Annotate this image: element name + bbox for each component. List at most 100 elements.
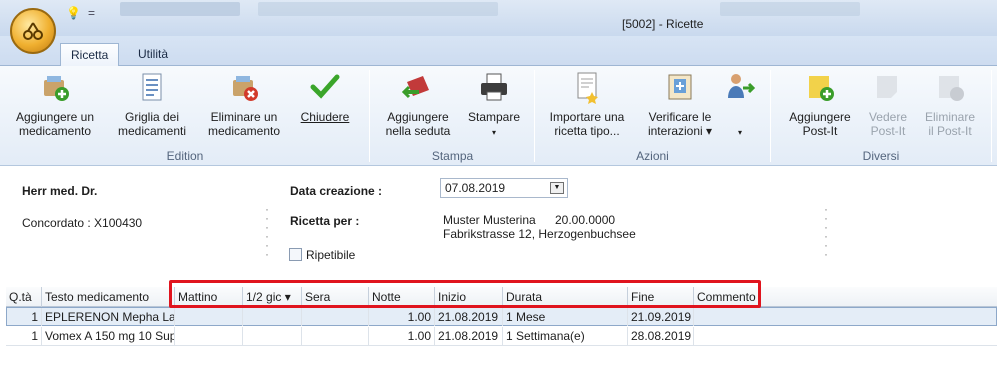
table-row[interactable]: 1 Vomex A 150 mg 10 Sup 1.00 21.08.2019 …: [6, 327, 997, 346]
cell-morning: [175, 308, 243, 326]
agreement-number: Concordato : X100430: [22, 216, 143, 230]
import-template-label-1: Importare una: [549, 110, 625, 124]
splitter-grip[interactable]: · · · · · ·: [265, 203, 269, 260]
recipe-info-panel: Herr med. Dr. Concordato : X100430 · · · · ·…: [0, 167, 997, 282]
group-label-stampa: Stampa: [431, 149, 474, 163]
title-bar: 💡 = [5002] - Ricette: [0, 0, 997, 36]
delete-medication-button[interactable]: Eliminare un medicamento: [200, 70, 288, 138]
tab-utilita[interactable]: Utilità: [128, 43, 178, 66]
add-medication-label-2: medicamento: [18, 124, 92, 138]
delete-postit-label-2: il Post-It: [928, 124, 972, 138]
view-postit-label-2: Post-It: [870, 124, 906, 138]
ribbon-tabs: Ricetta Utilità: [0, 36, 997, 66]
column-header-start[interactable]: Inizio: [435, 287, 503, 307]
cell-qty: 1: [6, 327, 42, 345]
lightbulb-icon[interactable]: 💡: [66, 6, 81, 20]
checkmark-icon: [310, 74, 340, 99]
column-header-morning[interactable]: Mattino: [175, 287, 243, 307]
add-to-session-button[interactable]: Aggiungere nella seduta: [378, 70, 458, 138]
check-interactions-label-2: interazioni ▾: [647, 124, 713, 138]
add-medication-icon: [44, 76, 69, 101]
add-to-session-icon: [401, 76, 429, 99]
delete-medication-icon: [233, 76, 258, 101]
interactions-icon: [668, 74, 692, 100]
cell-duration: 1 Mese: [503, 308, 628, 326]
cell-midday: [243, 327, 302, 345]
table-row[interactable]: 1 EPLERENON Mepha Lac 1.00 21.08.2019 1 …: [6, 307, 997, 326]
splitter-grip[interactable]: · · · · · ·: [824, 203, 828, 260]
more-actions-button[interactable]: ▾: [722, 70, 758, 140]
patient-address: Fabrikstrasse 12, Herzogenbuchsee: [443, 227, 636, 241]
column-header-midday[interactable]: 1/2 gic ▾: [243, 287, 302, 307]
grid-header: Q.tà Testo medicamento Mattino 1/2 gic ▾…: [6, 287, 997, 307]
print-dropdown-arrow: ▾: [491, 128, 496, 137]
add-postit-button[interactable]: Aggiungere Post-It: [782, 70, 858, 138]
postit-delete-icon: [939, 76, 964, 101]
column-header-medication-text[interactable]: Testo medicamento: [42, 287, 175, 307]
import-template-icon: [577, 72, 598, 104]
print-button[interactable]: Stampare ▾: [462, 70, 526, 140]
delete-medication-label-2: medicamento: [207, 124, 281, 138]
add-postit-label-1: Aggiungere: [789, 110, 851, 124]
cell-night: 1.00: [369, 327, 435, 345]
import-template-label-2: ricetta tipo...: [554, 124, 620, 138]
import-template-button[interactable]: Importare una ricetta tipo...: [544, 70, 630, 138]
recipe-for-label: Ricetta per :: [290, 214, 360, 228]
cell-end: 21.09.2019: [628, 308, 694, 326]
cell-start: 21.08.2019: [435, 308, 503, 326]
doctor-name: Herr med. Dr.: [22, 184, 98, 198]
group-label-diversi: Diversi: [862, 149, 900, 163]
cell-start: 21.08.2019: [435, 327, 503, 345]
add-postit-label-2: Post-It: [802, 124, 838, 138]
postit-view-icon: [877, 76, 897, 98]
cell-evening: [302, 308, 369, 326]
cell-night: 1.00: [369, 308, 435, 326]
column-header-qty[interactable]: Q.tà: [6, 287, 42, 307]
blurred-title-area: [120, 2, 240, 16]
cell-comment: [694, 327, 997, 345]
add-medication-label-1: Aggiungere un: [15, 110, 95, 124]
column-header-night[interactable]: Notte: [369, 287, 435, 307]
group-label-edition: Edition: [166, 149, 204, 163]
date-picker[interactable]: 07.08.2019 ▼: [440, 178, 568, 198]
column-header-evening[interactable]: Sera: [302, 287, 369, 307]
cell-qty: 1: [7, 308, 42, 326]
check-interactions-label-1: Verificare le: [648, 110, 712, 124]
app-menu-button[interactable]: [10, 8, 56, 54]
cell-medication-text: Vomex A 150 mg 10 Sup: [42, 327, 175, 345]
view-postit-label-1: Vedere: [868, 110, 908, 124]
blurred-title-area: [258, 2, 498, 16]
repeatable-checkbox[interactable]: [289, 248, 302, 261]
view-postit-button[interactable]: Vedere Post-It: [862, 70, 914, 138]
window-title: [5002] - Ricette: [622, 17, 704, 31]
add-to-session-label-2: nella seduta: [385, 124, 451, 138]
cell-end: 28.08.2019: [628, 327, 694, 345]
user-arrow-icon: [728, 74, 756, 98]
delete-postit-button[interactable]: Eliminare il Post-It: [918, 70, 982, 138]
cell-morning: [175, 327, 243, 345]
dropdown-arrow-icon[interactable]: ▼: [550, 182, 564, 194]
close-label: Chiudere: [300, 110, 350, 124]
postit-add-icon: [809, 76, 834, 101]
medication-grid-label-2: medicamenti: [117, 124, 187, 138]
qat-customize[interactable]: =: [88, 6, 95, 20]
group-label-azioni: Azioni: [636, 149, 669, 163]
column-header-duration[interactable]: Durata: [503, 287, 628, 307]
repeatable-label: Ripetibile: [306, 248, 356, 262]
column-header-comment[interactable]: Commento: [694, 287, 997, 307]
delete-medication-label-1: Eliminare un: [210, 110, 278, 124]
cell-duration: 1 Settimana(e): [503, 327, 628, 345]
cell-evening: [302, 327, 369, 345]
patient-name: Muster Musterina: [443, 213, 536, 227]
tab-ricetta[interactable]: Ricetta: [60, 43, 120, 66]
check-interactions-button[interactable]: Verificare le interazioni ▾: [640, 70, 720, 138]
date-label: Data creazione :: [290, 184, 383, 198]
add-medication-button[interactable]: Aggiungere un medicamento: [10, 70, 100, 138]
medication-grid-button[interactable]: Griglia dei medicamenti: [112, 70, 192, 138]
medication-grid: Q.tà Testo medicamento Mattino 1/2 gic ▾…: [6, 287, 997, 376]
grid-icon: [142, 73, 162, 101]
group-separator: [991, 70, 992, 162]
close-button[interactable]: Chiudere: [296, 70, 354, 124]
printer-icon: [481, 73, 507, 101]
column-header-end[interactable]: Fine: [628, 287, 694, 307]
